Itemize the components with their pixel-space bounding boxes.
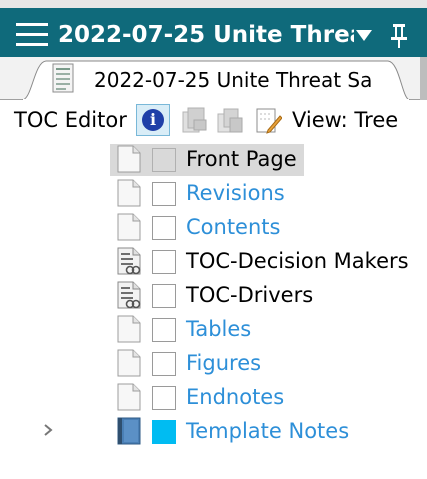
tree-item-endnotes[interactable]: Endnotes [0, 380, 427, 414]
edit-page-icon[interactable] [254, 106, 282, 134]
chevron-right-icon[interactable] [40, 422, 56, 438]
hamburger-menu-icon[interactable] [16, 23, 48, 47]
tree-item-label: Tables [186, 317, 252, 341]
linked-page-icon [117, 247, 141, 275]
pin-icon[interactable] [390, 23, 408, 49]
tree-item-checkbox[interactable] [152, 352, 176, 376]
tab-label: 2022-07-25 Unite Threat Sa [94, 68, 373, 92]
tree-item-revisions[interactable]: Revisions [0, 176, 427, 210]
tree-item-toc-decision-makers[interactable]: TOC-Decision Makers [0, 244, 427, 278]
tree-item-label: Template Notes [186, 419, 350, 443]
tree-item-front-page[interactable]: Front Page [0, 142, 427, 176]
tree-item-label: Front Page [186, 147, 297, 171]
tree-item-toc-drivers[interactable]: TOC-Drivers [0, 278, 427, 312]
tree-item-checkbox[interactable] [152, 148, 176, 172]
tree-item-tables[interactable]: Tables [0, 312, 427, 346]
tree-item-label: Revisions [186, 181, 285, 205]
tree-item-label: Figures [186, 351, 262, 375]
page-icon [117, 315, 141, 343]
tree-item-contents[interactable]: Contents [0, 210, 427, 244]
tree-item-label: TOC-Decision Makers [186, 249, 409, 273]
page-icon [117, 145, 141, 173]
caret-down-icon[interactable] [356, 30, 372, 41]
tab-overflow [420, 57, 427, 100]
window-top-edge [0, 0, 427, 8]
page-icon [117, 213, 141, 241]
page-icon [117, 179, 141, 207]
tree-item-checkbox[interactable] [152, 284, 176, 308]
tree-item-checkbox[interactable] [152, 250, 176, 274]
tree-item-figures[interactable]: Figures [0, 346, 427, 380]
tree-item-label: Contents [186, 215, 281, 239]
page-icon [117, 349, 141, 377]
toc-tree: Front Page Revisions Contents TOC-Decisi… [0, 140, 427, 479]
document-tab[interactable]: 2022-07-25 Unite Threat Sa [22, 57, 410, 100]
tree-item-label: Endnotes [186, 385, 285, 409]
linked-page-icon [117, 281, 141, 309]
panel-title[interactable]: 2022-07-25 Unite Threat S [58, 20, 354, 50]
page-icon [117, 383, 141, 411]
tree-item-checkbox[interactable] [152, 386, 176, 410]
document-icon [52, 63, 74, 93]
tab-strip: 2022-07-25 Unite Threat Sa [0, 57, 427, 100]
notebook-icon [117, 417, 141, 445]
tree-item-label: TOC-Drivers [186, 283, 314, 307]
info-button[interactable]: i [136, 104, 170, 136]
toolbar: TOC Editor i View: Tree [0, 100, 427, 140]
tree-item-checkbox[interactable] [152, 182, 176, 206]
panel-titlebar: 2022-07-25 Unite Threat S [0, 8, 427, 57]
tree-item-checkbox[interactable] [152, 216, 176, 240]
page-tools-icon[interactable] [180, 106, 208, 134]
toc-editor-label: TOC Editor [14, 108, 127, 132]
tree-item-checkbox[interactable] [152, 420, 176, 444]
copy-pages-icon[interactable] [216, 106, 244, 134]
view-mode-label[interactable]: View: Tree [292, 106, 398, 134]
info-icon: i [142, 109, 164, 131]
tree-item-checkbox[interactable] [152, 318, 176, 342]
tree-item-template-notes[interactable]: Template Notes [0, 414, 427, 448]
